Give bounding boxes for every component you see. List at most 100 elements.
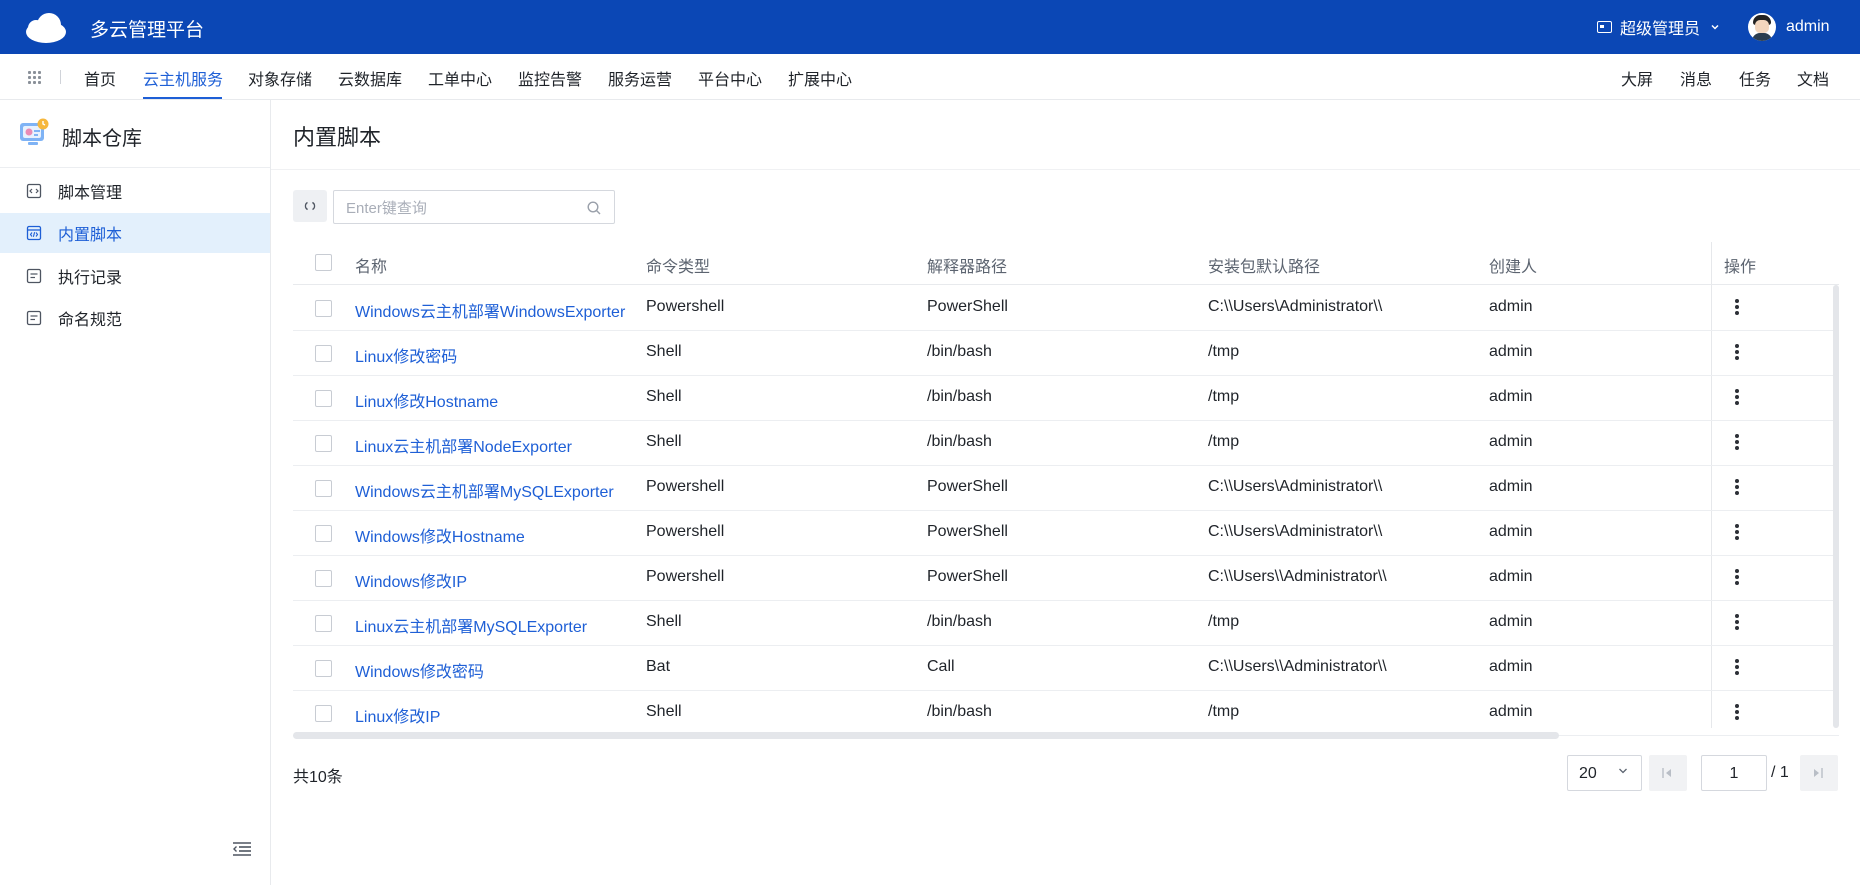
table-row: Linux修改密码 Shell/bin/bash/tmp admin xyxy=(293,331,1839,376)
page-number-input[interactable]: 1 xyxy=(1701,755,1767,791)
creator-cell: admin xyxy=(1489,523,1533,540)
script-repo-icon xyxy=(20,118,49,145)
more-actions-icon[interactable] xyxy=(1733,659,1741,679)
more-actions-icon[interactable] xyxy=(1733,299,1741,319)
user-menu[interactable]: admin xyxy=(1748,13,1830,41)
nav-item-docs[interactable]: 文档 xyxy=(1797,66,1829,90)
more-actions-icon[interactable] xyxy=(1733,524,1741,544)
install-path-cell: C:\\Users\Administrator\\ xyxy=(1208,478,1383,495)
row-checkbox[interactable] xyxy=(315,570,332,587)
more-actions-icon[interactable] xyxy=(1733,614,1741,634)
sidebar-item-label: 执行记录 xyxy=(58,270,123,287)
collapse-sidebar-icon[interactable] xyxy=(232,841,252,857)
more-actions-icon[interactable] xyxy=(1733,569,1741,589)
id-card-icon xyxy=(1597,21,1612,33)
apps-grid-icon[interactable] xyxy=(28,71,41,84)
interpreter-path-cell: /bin/bash xyxy=(927,703,992,720)
row-checkbox[interactable] xyxy=(315,615,332,632)
nav-item-messages[interactable]: 消息 xyxy=(1680,66,1712,90)
prev-page-button[interactable] xyxy=(1649,755,1687,791)
page-size-select[interactable]: 20 xyxy=(1567,755,1642,791)
creator-cell: admin xyxy=(1489,343,1533,360)
more-actions-icon[interactable] xyxy=(1733,344,1741,364)
next-page-icon xyxy=(1814,768,1823,778)
nav-item-big-screen[interactable]: 大屏 xyxy=(1621,66,1653,90)
more-actions-icon[interactable] xyxy=(1733,389,1741,409)
row-checkbox[interactable] xyxy=(315,345,332,362)
refresh-button[interactable] xyxy=(293,190,327,222)
row-checkbox[interactable] xyxy=(315,435,332,452)
row-checkbox[interactable] xyxy=(315,390,332,407)
table-row: Linux修改Hostname Shell/bin/bash/tmp admin xyxy=(293,376,1839,421)
row-checkbox[interactable] xyxy=(315,525,332,542)
sidebar-item-naming-rules[interactable]: 命名规范 xyxy=(0,298,270,338)
script-name-link[interactable]: Windows云主机部署WindowsExporter xyxy=(355,298,625,322)
row-checkbox[interactable] xyxy=(315,705,332,722)
interpreter-path-cell: /bin/bash xyxy=(927,433,992,450)
interpreter-path-cell: /bin/bash xyxy=(927,613,992,630)
select-all-checkbox[interactable] xyxy=(315,254,332,271)
nav-item-monitoring[interactable]: 监控告警 xyxy=(518,66,582,90)
script-name-link[interactable]: Linux修改IP xyxy=(355,703,440,727)
nav-item-cloud-host[interactable]: 云主机服务 xyxy=(143,66,223,90)
next-page-button[interactable] xyxy=(1800,755,1838,791)
nav-item-home[interactable]: 首页 xyxy=(84,66,116,90)
sidebar-title: 脚本仓库 xyxy=(62,128,142,150)
nav-item-service-ops[interactable]: 服务运营 xyxy=(608,66,672,90)
row-checkbox[interactable] xyxy=(315,300,332,317)
sidebar-item-execution-records[interactable]: 执行记录 xyxy=(0,256,270,296)
column-header-install-path[interactable]: 安装包默认路径 xyxy=(1208,253,1320,277)
command-type-cell: Shell xyxy=(646,613,682,630)
total-pages: / 1 xyxy=(1771,764,1789,781)
current-page: 1 xyxy=(1729,765,1739,782)
page-title: 内置脚本 xyxy=(293,125,382,150)
install-path-cell: C:\\Users\\Administrator\\ xyxy=(1208,568,1387,585)
nav-item-cloud-database[interactable]: 云数据库 xyxy=(338,66,402,90)
script-name-link[interactable]: Linux修改Hostname xyxy=(355,388,498,412)
vertical-scrollbar[interactable] xyxy=(1833,285,1839,728)
role-switcher[interactable]: 超级管理员 xyxy=(1597,15,1720,39)
sidebar-item-label: 内置脚本 xyxy=(58,227,123,244)
sidebar-item-script-management[interactable]: 脚本管理 xyxy=(0,171,270,211)
horizontal-scrollbar[interactable] xyxy=(293,732,1559,739)
command-type-cell: Shell xyxy=(646,703,682,720)
column-header-command-type[interactable]: 命令类型 xyxy=(646,253,710,277)
script-name-link[interactable]: Linux云主机部署NodeExporter xyxy=(355,433,572,457)
role-label: 超级管理员 xyxy=(1620,21,1701,38)
nav-item-ticket-center[interactable]: 工单中心 xyxy=(428,66,492,90)
search-input[interactable] xyxy=(346,198,566,218)
creator-cell: admin xyxy=(1489,298,1533,315)
document-icon xyxy=(26,310,42,326)
chevron-down-icon xyxy=(1711,24,1719,30)
script-name-link[interactable]: Windows修改Hostname xyxy=(355,523,525,547)
more-actions-icon[interactable] xyxy=(1733,434,1741,454)
search-icon[interactable] xyxy=(586,200,602,216)
more-actions-icon[interactable] xyxy=(1733,704,1741,724)
more-actions-icon[interactable] xyxy=(1733,479,1741,499)
active-tab-indicator xyxy=(143,97,222,99)
install-path-cell: C:\\Users\\Administrator\\ xyxy=(1208,658,1387,675)
page-size-value: 20 xyxy=(1579,765,1597,782)
interpreter-path-cell: PowerShell xyxy=(927,523,1008,540)
nav-item-object-storage[interactable]: 对象存储 xyxy=(248,66,312,90)
script-name-link[interactable]: Windows修改密码 xyxy=(355,658,484,682)
row-checkbox[interactable] xyxy=(315,660,332,677)
column-header-interpreter-path[interactable]: 解释器路径 xyxy=(927,253,1007,277)
table-row: Windows修改Hostname Powershell PowerShell C:\… xyxy=(293,511,1839,556)
row-checkbox[interactable] xyxy=(315,480,332,497)
sidebar-item-builtin-scripts[interactable]: 内置脚本 xyxy=(0,213,270,253)
nav-item-extensions[interactable]: 扩展中心 xyxy=(788,66,852,90)
column-header-creator[interactable]: 创建人 xyxy=(1489,253,1537,277)
script-name-link[interactable]: Linux云主机部署MySQLExporter xyxy=(355,613,587,637)
table-row: Windows云主机部署MySQLExporter Powershell Power… xyxy=(293,466,1839,511)
script-name-link[interactable]: Linux修改密码 xyxy=(355,343,457,367)
script-name-link[interactable]: Windows云主机部署MySQLExporter xyxy=(355,478,614,502)
column-header-name[interactable]: 名称 xyxy=(355,253,387,277)
nav-item-tasks[interactable]: 任务 xyxy=(1739,66,1771,90)
main-nav: 首页 云主机服务 对象存储 云数据库 工单中心 监控告警 服务运营 平台中心 扩… xyxy=(0,54,1860,100)
code-window-icon xyxy=(26,225,42,241)
nav-item-platform-center[interactable]: 平台中心 xyxy=(698,66,762,90)
script-name-link[interactable]: Windows修改IP xyxy=(355,568,467,592)
table-header: 名称 命令类型 解释器路径 安装包默认路径 创建人 操作 xyxy=(293,242,1839,285)
previous-page-icon xyxy=(1662,768,1671,778)
